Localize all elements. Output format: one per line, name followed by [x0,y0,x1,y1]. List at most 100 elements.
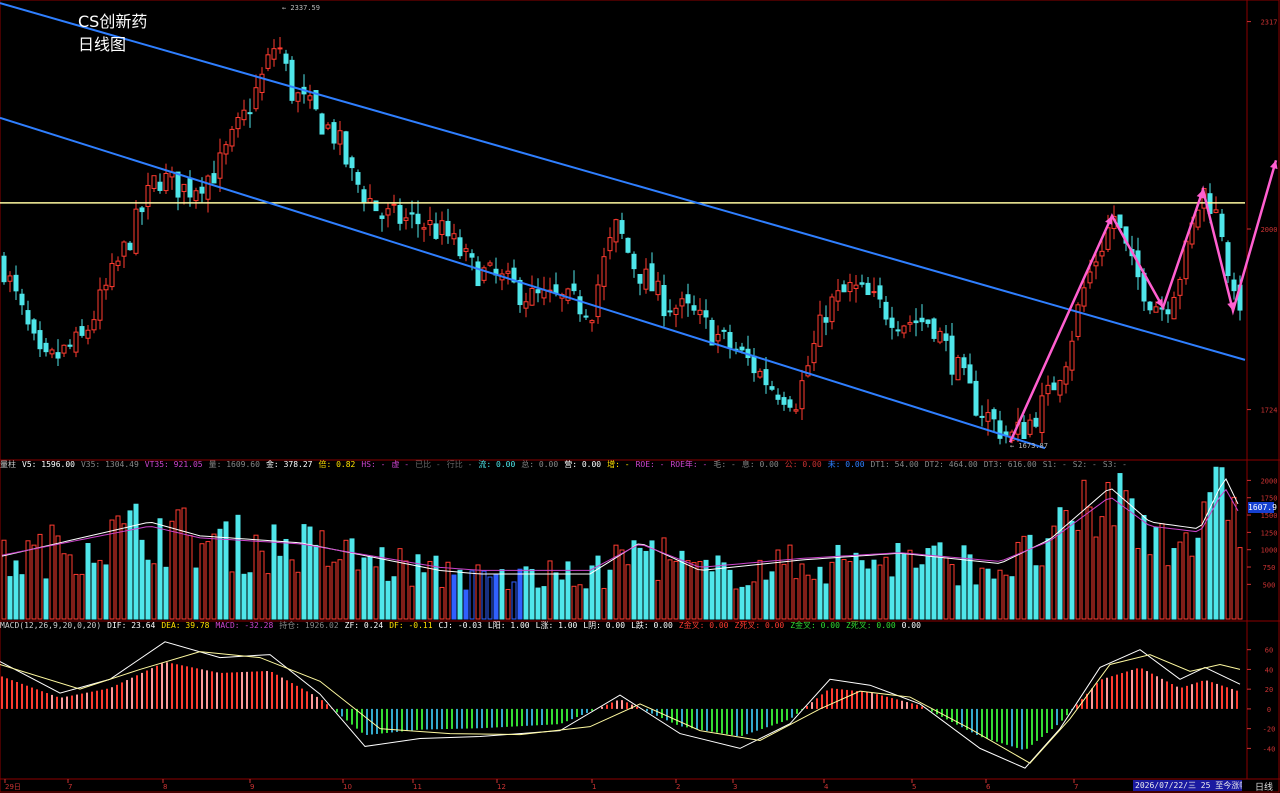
candle-body [199,186,205,194]
candle-body [985,412,991,422]
candle-body [595,284,601,318]
volume-bar [745,585,751,620]
volume-bar [295,571,301,620]
candle-body [643,268,649,290]
candle-body [73,331,79,353]
candle-body [1225,242,1231,277]
volume-bar [631,540,637,620]
candle-body [775,394,781,400]
volume-bar [145,559,151,620]
candle-body [49,349,55,355]
chart-canvas[interactable]: 2317200017242000175015001250100075050060… [0,0,1280,793]
volume-bar [943,557,949,620]
volume-bar [1093,536,1099,620]
period-label[interactable]: 日线 [1255,780,1273,793]
candle-body [967,364,973,384]
candle-body [1213,209,1219,213]
volume-bar [1135,547,1141,620]
candle-body [691,305,697,311]
volume-bar [787,544,793,620]
trend-arrowhead [1196,189,1205,199]
volume-bar [829,561,835,620]
volume-bar [265,573,271,620]
candle-body [349,157,355,169]
candle-body [205,175,211,200]
volume-bar [823,583,829,620]
y-tick-label: 2000 [1261,477,1278,485]
volume-bar [373,566,379,620]
candle-body [1105,227,1111,250]
x-tick-label: 4 [824,783,829,791]
indicator-value: 金: 378.27 [265,460,313,469]
volume-bar [307,526,313,620]
volume-bar [79,573,85,620]
volume-bar [757,559,763,620]
volume-last-value-tag: 1607.9 [1248,502,1277,513]
indicator-value: VT35: 921.05 [144,460,203,469]
candle-body [307,95,313,101]
y-tick-label: 1000 [1261,547,1278,555]
indicator-value: 流: 0.00 [478,460,516,469]
candle-body [1033,417,1039,427]
candle-body [139,207,145,213]
candle-body [151,175,157,189]
volume-bar [25,540,31,620]
volume-bar [1225,519,1231,620]
volume-bar [301,524,307,620]
candle-body [103,284,109,291]
candle-body [433,223,439,239]
volume-bar [169,520,175,620]
indicator-value: V5: 1596.00 [22,460,75,469]
volume-bar [61,553,67,620]
volume-bar [961,545,967,620]
candle-body [7,275,13,282]
indicator-value: L涨: 1.00 [535,621,578,630]
high-price-label: ← 2337.59 [282,4,320,12]
volume-bar [241,573,247,620]
x-tick-label: 7 [1074,783,1078,791]
indicator-value: V35: 1304.49 [80,460,139,469]
volume-bar [187,535,193,620]
volume-bar [331,561,337,620]
candle-body [829,296,835,323]
candle-body [505,270,511,274]
y-tick-label: 2317 [1261,19,1278,27]
candle-body [781,397,787,405]
volume-bar [691,562,697,620]
candle-body [925,319,931,324]
indicator-value: CJ: -0.03 [438,621,482,630]
y-tick-label: 2000 [1261,226,1278,234]
volume-bar [979,567,985,620]
candle-body [673,307,679,315]
volume-bar [1165,565,1171,620]
candle-body [625,237,631,253]
candle-body [463,248,469,252]
volume-bar [511,581,517,620]
volume-bar [973,584,979,620]
volume-bar [1099,516,1105,620]
candle-body [715,333,721,342]
volume-bar [403,560,409,620]
indicator-value: DT3: 616.00 [983,460,1037,469]
candle-body [61,344,67,354]
candle-body [847,282,853,293]
volume-bar [391,576,397,620]
volume-bar [955,585,961,620]
volume-bar [55,535,61,620]
y-tick-label: 500 [1263,581,1276,589]
candle-body [535,289,541,294]
candle-body [859,282,865,285]
x-tick-label: 3 [733,783,737,791]
volume-bar [133,503,139,620]
candle-body [1051,382,1057,391]
indicator-value: 虚 - [391,460,410,469]
indicator-value: ROE年: - [670,460,708,469]
candle-body [919,317,925,323]
candle-body [361,189,367,203]
volume-bar [799,563,805,620]
x-tick-label: 8 [163,783,167,791]
candle-body [1165,309,1171,315]
volume-bar [793,578,799,620]
volume-bar [1213,466,1219,620]
volume-bar [637,547,643,620]
